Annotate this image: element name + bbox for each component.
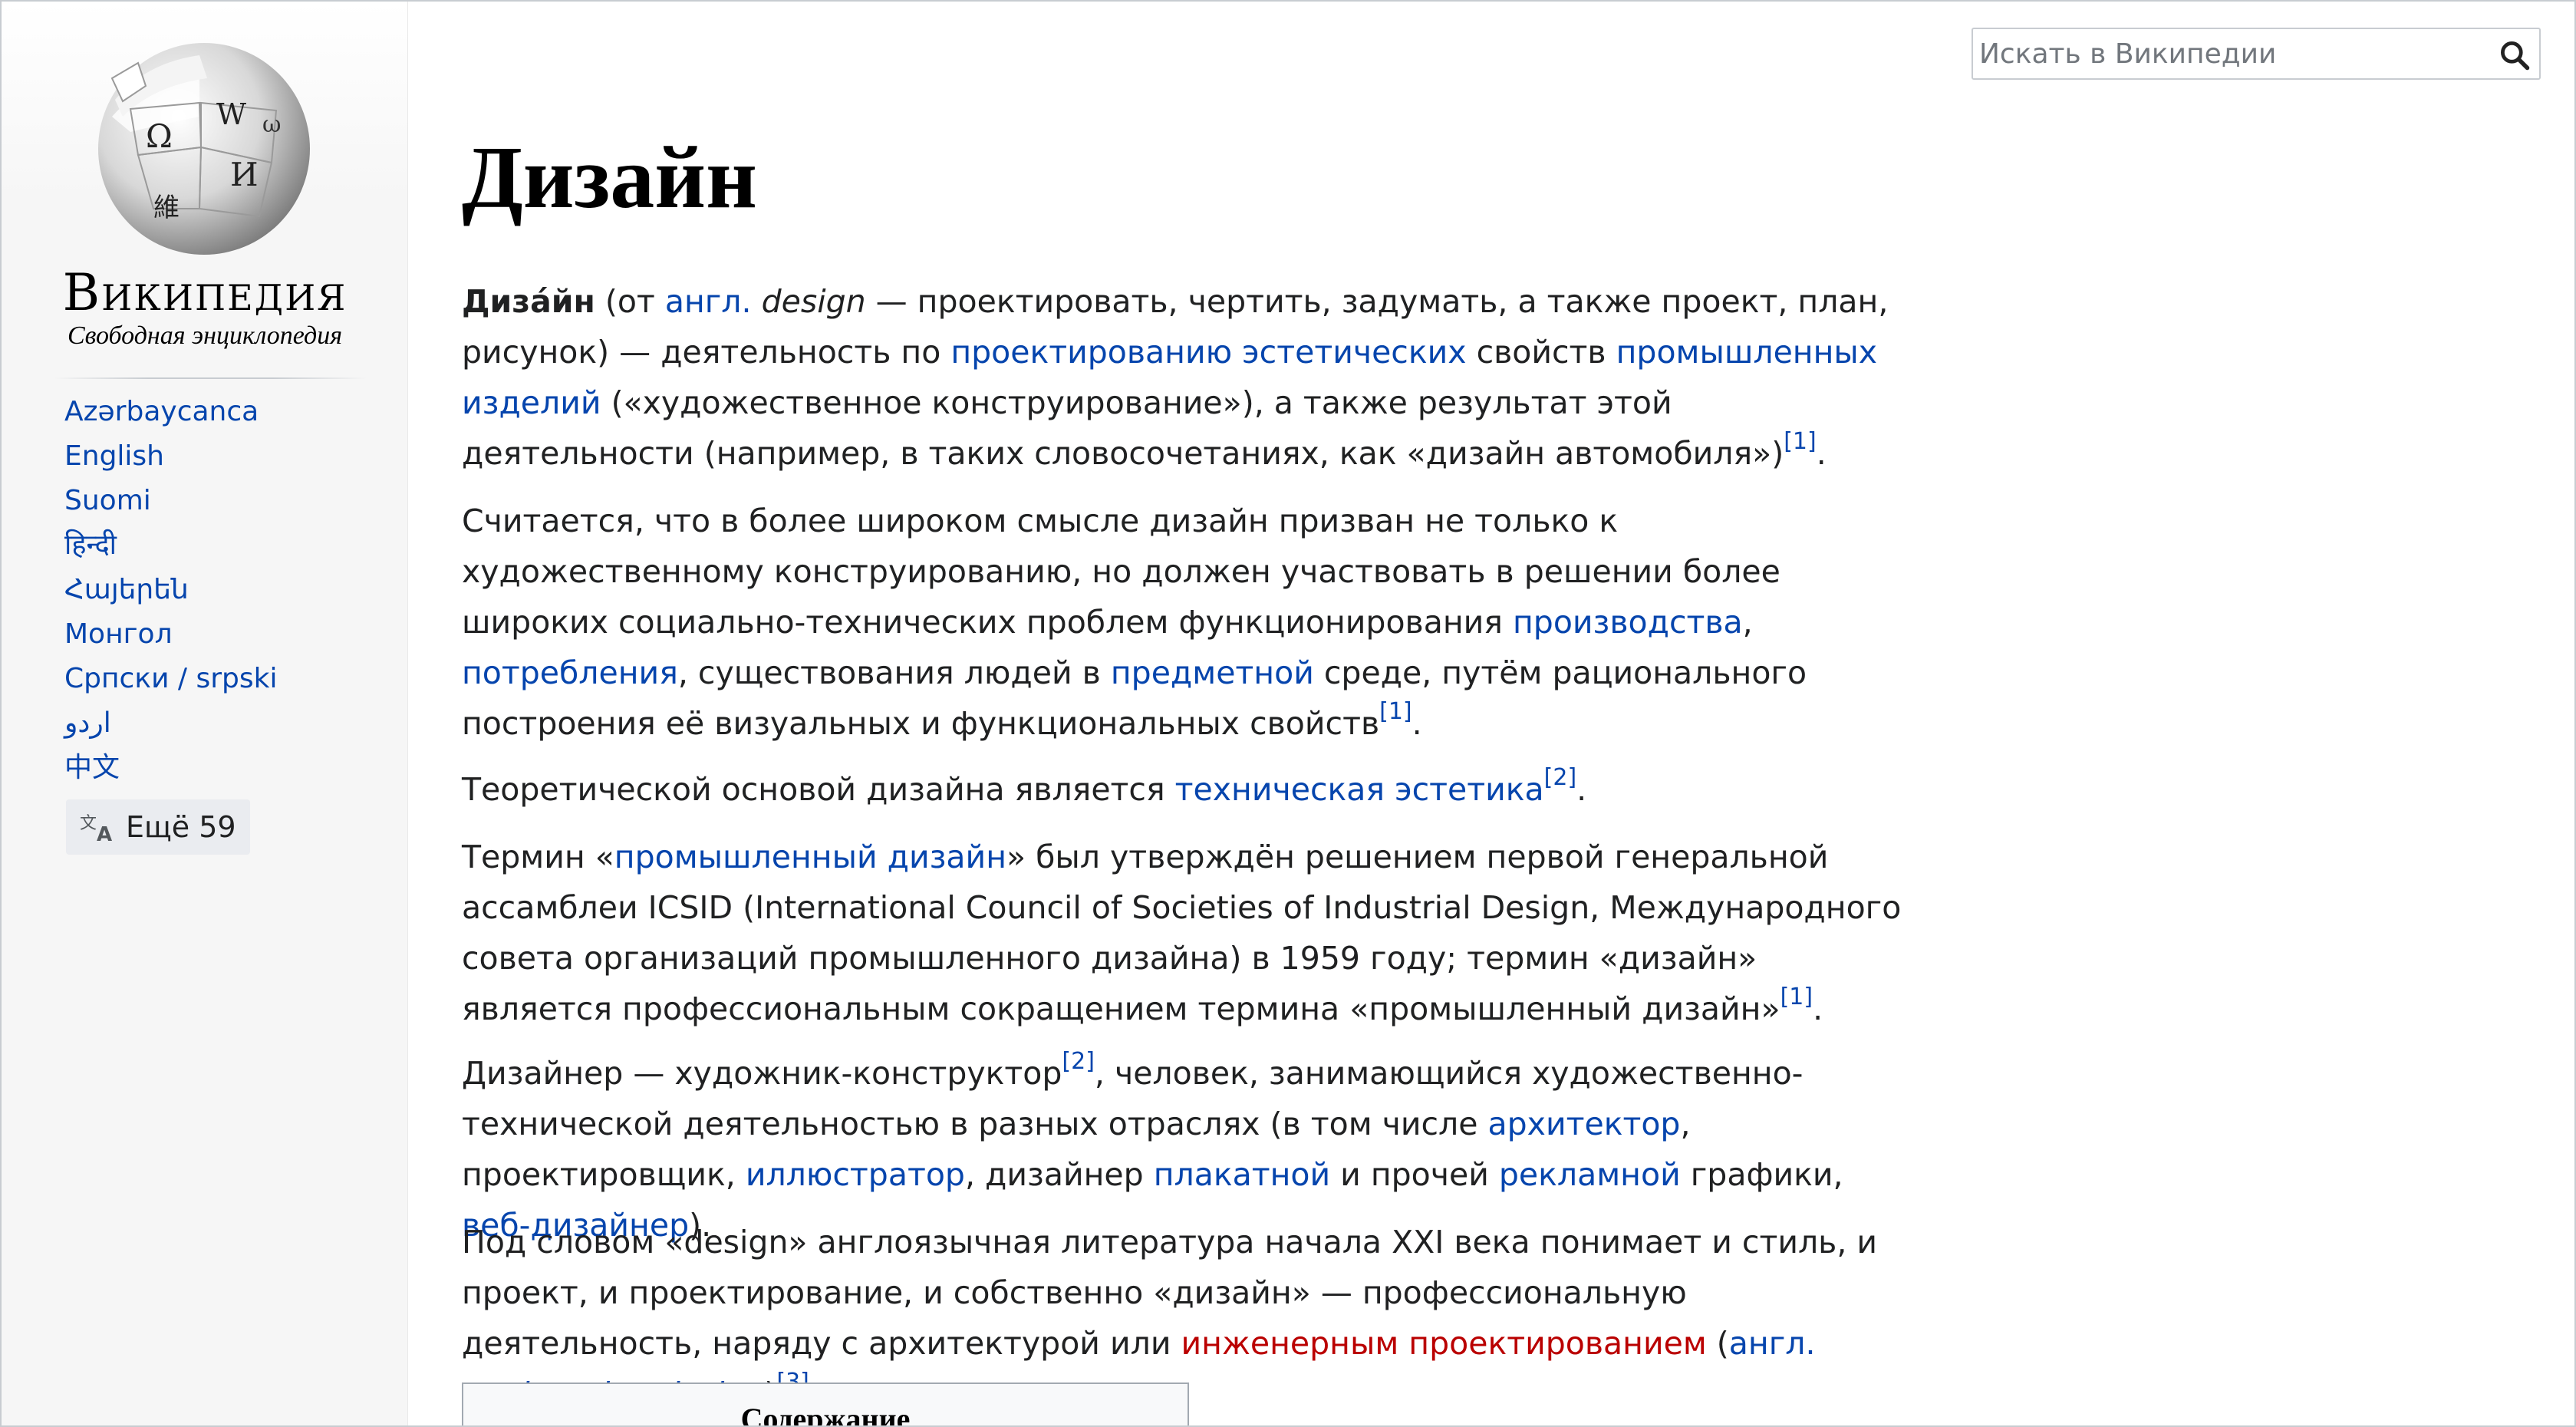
text-run: (от <box>595 283 665 320</box>
translate-icon: 文 A <box>80 814 112 842</box>
text-run: («художественное конструирование»), а та… <box>462 384 1784 472</box>
language-item: Azərbaycanca <box>64 390 278 434</box>
language-link-serbian[interactable]: Српски / srpski <box>64 663 278 694</box>
globe-glyph-w: W <box>216 97 246 131</box>
toc-title: Содержание <box>740 1402 911 1427</box>
link-production[interactable]: производства <box>1513 604 1743 641</box>
citation-link[interactable]: [1] <box>1784 428 1817 455</box>
link-industrial-design[interactable]: промышленный дизайн <box>614 839 1006 875</box>
language-link-english[interactable]: English <box>64 440 164 472</box>
citation-link[interactable]: [1] <box>1379 698 1412 725</box>
wikipedia-wordmark[interactable]: Википедия <box>48 262 362 324</box>
foreign-word: design <box>761 283 866 320</box>
svg-text:A: A <box>97 823 112 842</box>
citation-link[interactable]: [2] <box>1544 764 1577 791</box>
search-icon[interactable] <box>2498 38 2532 72</box>
text-run: . <box>1576 771 1587 808</box>
link-architect[interactable]: архитектор <box>1488 1106 1681 1142</box>
redlink-engineering-design[interactable]: инженерным проектированием <box>1181 1325 1707 1362</box>
sidebar: Ω W И 維 ω Википедия Свободная энциклопед… <box>2 2 408 1425</box>
link-english-abbr[interactable]: англ. <box>1729 1325 1816 1362</box>
language-item: 中文 <box>64 746 278 790</box>
language-link-mongolian[interactable]: Монгол <box>64 618 173 650</box>
article-term: Диза́йн <box>462 283 595 320</box>
search-input[interactable] <box>1979 34 2470 74</box>
language-item: اردو <box>64 701 278 746</box>
language-item: हिन्दी <box>64 523 278 568</box>
language-link-armenian[interactable]: Հայերեն <box>64 574 189 605</box>
article-paragraph: Считается, что в более широком смысле ди… <box>462 496 1904 749</box>
globe-glyph-omega: Ω <box>146 117 173 155</box>
language-item: English <box>64 434 278 479</box>
link-illustrator[interactable]: иллюстратор <box>746 1156 965 1193</box>
link-object-environment[interactable]: предметной <box>1111 654 1314 691</box>
link-poster[interactable]: плакатной <box>1154 1156 1330 1193</box>
citation-link[interactable]: [1] <box>1780 984 1813 1010</box>
wikipedia-tagline: Свободная энциклопедия <box>67 321 343 350</box>
link-advertising[interactable]: рекламной <box>1499 1156 1681 1193</box>
text-run: . <box>1412 705 1422 742</box>
article-paragraph: Термин «промышленный дизайн» был утвержд… <box>462 832 1904 1034</box>
language-item: Հայերեն <box>64 568 278 612</box>
text-run <box>752 283 762 320</box>
language-item: Српски / srpski <box>64 657 278 701</box>
globe-glyph-wei: 維 <box>153 193 180 223</box>
page-title: Дизайн <box>462 129 757 227</box>
text-run: . <box>1816 435 1827 472</box>
text-run: , <box>1742 604 1753 641</box>
language-item: Монгол <box>64 612 278 657</box>
link-english-abbr[interactable]: англ. <box>665 283 752 320</box>
language-link-urdu[interactable]: اردو <box>64 707 111 739</box>
link-consumption[interactable]: потребления <box>462 654 678 691</box>
sidebar-divider <box>54 377 367 379</box>
wikipedia-globe-logo[interactable]: Ω W И 維 ω <box>84 32 324 262</box>
article-paragraph: Теоретической основой дизайна является т… <box>462 764 1904 815</box>
text-run: Дизайнер — художник-конструктор <box>462 1055 1062 1092</box>
more-languages-label: Ещё 59 <box>126 810 236 844</box>
search-box[interactable] <box>1972 28 2541 80</box>
language-link-finnish[interactable]: Suomi <box>64 485 151 516</box>
language-item: Suomi <box>64 479 278 523</box>
text-run: ( <box>1706 1325 1729 1362</box>
citation-link[interactable]: [2] <box>1062 1048 1095 1075</box>
language-link-chinese[interactable]: 中文 <box>64 752 120 783</box>
text-run: и прочей <box>1330 1156 1499 1193</box>
language-link-azerbaijani[interactable]: Azərbaycanca <box>64 396 259 427</box>
more-languages-button[interactable]: 文 A Ещё 59 <box>66 799 250 855</box>
table-of-contents: Содержание <box>462 1383 1189 1427</box>
article-paragraph: Диза́йн (от англ. design — проектировать… <box>462 276 1904 479</box>
language-link-hindi[interactable]: हिन्दी <box>64 529 117 561</box>
globe-glyph-small-omega: ω <box>262 111 281 138</box>
link-aesthetic-design[interactable]: проектированию эстетических <box>950 334 1466 371</box>
text-run: , дизайнер <box>964 1156 1154 1193</box>
text-run: свойств <box>1466 334 1616 371</box>
text-run: графики, <box>1680 1156 1843 1193</box>
text-run: Термин « <box>462 839 614 875</box>
link-technical-aesthetics[interactable]: техническая эстетика <box>1175 771 1544 808</box>
browser-frame: Ω W И 維 ω Википедия Свободная энциклопед… <box>0 0 2576 1427</box>
text-run: . <box>1813 990 1823 1027</box>
svg-text:文: 文 <box>80 814 97 833</box>
text-run: Теоретической основой дизайна является <box>462 771 1175 808</box>
globe-glyph-i: И <box>230 156 259 193</box>
language-list: Azərbaycanca English Suomi हिन्दी Հայերե… <box>64 390 278 790</box>
text-run: , существования людей в <box>677 654 1111 691</box>
